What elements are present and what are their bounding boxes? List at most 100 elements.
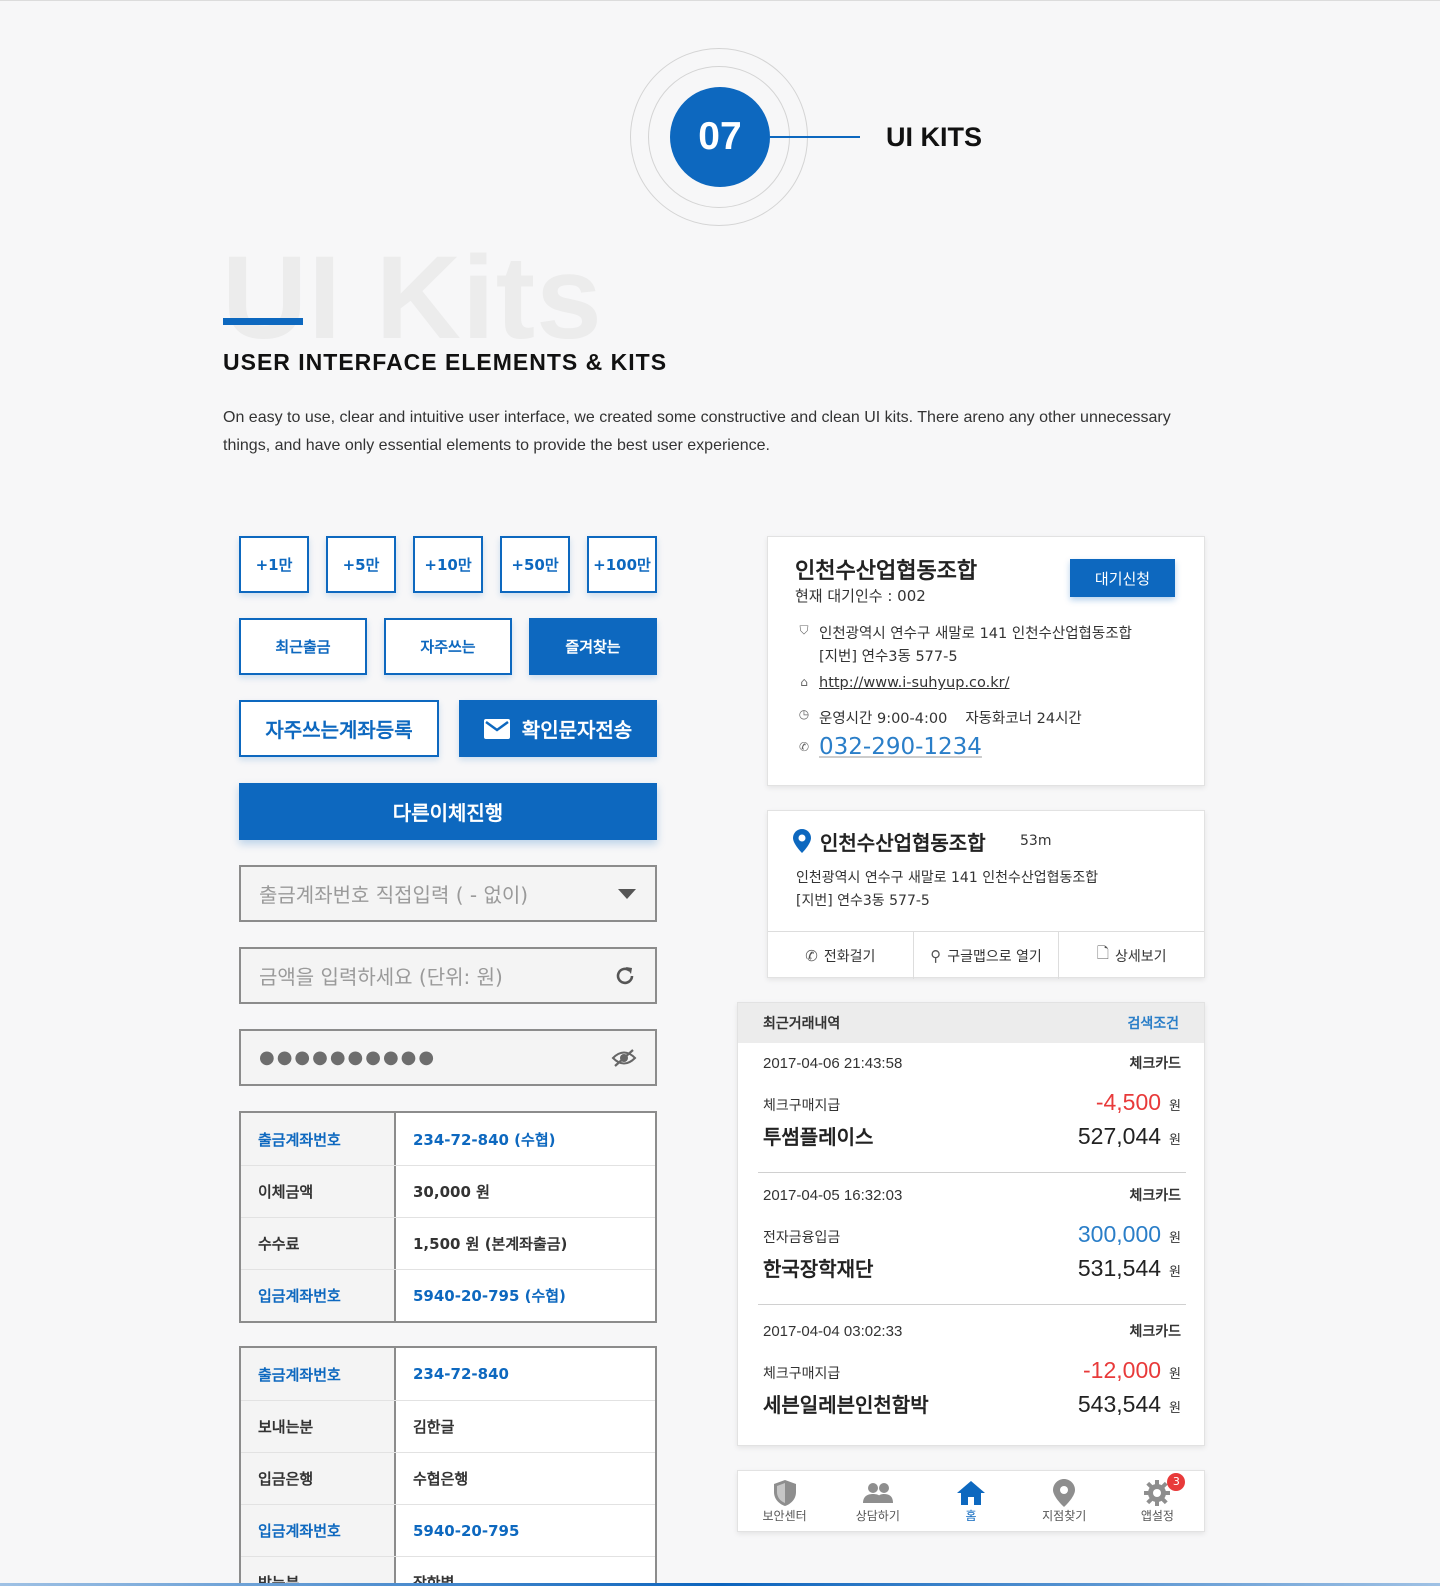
section-title: UI KITS	[886, 122, 983, 152]
password-input[interactable]: ●●●●●●●●●●	[239, 1029, 657, 1086]
proceed-transfer-button[interactable]: 다른이체진행	[239, 783, 657, 840]
refresh-icon[interactable]	[613, 964, 637, 988]
table-row: 입금계좌번호 5940-20-795	[241, 1504, 655, 1556]
currency-unit: 원	[1169, 1231, 1181, 1246]
tab-security-center[interactable]: 보안센터	[738, 1479, 831, 1524]
row-value: 5940-20-795 (수협)	[413, 1287, 566, 1305]
row-label: 입금계좌번호	[241, 1505, 396, 1556]
location-card: 인천수산업협동조합 53m 인천광역시 연수구 새말로 141 인천수산업협동조…	[767, 810, 1205, 979]
details-button[interactable]: 🗋 상세보기	[1058, 932, 1204, 979]
row-label: 이체금액	[241, 1166, 396, 1217]
location-address: 인천광역시 연수구 새말로 141 인천수산업협동조합 [지번] 연수3동 577…	[796, 867, 1098, 913]
clock-icon: ◷	[798, 707, 810, 721]
hours-row: ◷ 운영시간 9:00-4:00 자동화코너 24시간	[795, 707, 1082, 728]
table-row: 수수료 1,500 원 (본계좌출금)	[241, 1217, 655, 1269]
send-sms-button[interactable]: 확인문자전송	[459, 700, 657, 757]
transaction-date: 2017-04-05 16:32:03	[763, 1187, 903, 1204]
notification-badge: 3	[1167, 1472, 1186, 1491]
eye-off-icon[interactable]	[611, 1048, 637, 1068]
phone-call-icon: ✆	[805, 946, 818, 965]
tab-consult[interactable]: 상담하기	[831, 1479, 924, 1524]
home-icon: ⌂	[800, 675, 808, 689]
currency-unit: 원	[1169, 1099, 1181, 1114]
table-row: 출금계좌번호 234-72-840	[241, 1348, 655, 1400]
amount-input[interactable]: 금액을 입력하세요 (단위: 원)	[239, 947, 657, 1004]
users-icon	[862, 1482, 893, 1503]
row-label: 출금계좌번호	[241, 1113, 396, 1165]
amount-button-50[interactable]: +50만	[500, 536, 570, 593]
amount-value: 300,000	[1077, 1221, 1162, 1247]
recent-account-button[interactable]: 최근출금	[239, 618, 367, 675]
register-account-button[interactable]: 자주쓰는계좌등록	[239, 700, 439, 757]
atm-hours: 자동화코너 24시간	[965, 711, 1082, 727]
search-filter-link[interactable]: 검색조건	[1127, 1013, 1179, 1033]
tab-home[interactable]: 홈	[924, 1479, 1017, 1524]
amount-input-placeholder: 금액을 입력하세요 (단위: 원)	[259, 965, 503, 989]
amount-button-5[interactable]: +5만	[326, 536, 396, 593]
branch-phone-link[interactable]: 032-290-1234	[819, 734, 982, 760]
transaction-amount: 300,000 원	[1078, 1221, 1181, 1248]
password-mask: ●●●●●●●●●●	[259, 1047, 437, 1068]
transaction-merchant: 세븐일레븐인천함박	[763, 1393, 929, 1417]
transaction-date: 2017-04-04 03:02:33	[763, 1323, 903, 1340]
transaction-type: 체크구매지급	[763, 1098, 841, 1114]
favorite-account-button[interactable]: 즐겨찾는	[529, 618, 657, 675]
connector-line	[770, 136, 860, 138]
top-divider	[0, 0, 1440, 1]
amount-value: -4,500	[1095, 1089, 1162, 1115]
amount-button-10[interactable]: +10만	[413, 536, 483, 593]
tab-label: 홈	[965, 1508, 977, 1523]
balance-value: 543,544	[1077, 1391, 1162, 1417]
apply-wait-button[interactable]: 대기신청	[1070, 559, 1175, 597]
transaction-item[interactable]: 2017-04-04 03:02:33 체크카드 체크구매지급 세븐일레븐인천함…	[758, 1311, 1186, 1441]
transaction-type: 체크구매지급	[763, 1366, 841, 1382]
location-address-road: 인천광역시 연수구 새말로 141 인천수산업협동조합	[796, 870, 1099, 886]
tab-find-branch[interactable]: 지점찾기	[1018, 1478, 1111, 1524]
page-heading: USER INTERFACE ELEMENTS & KITS	[223, 349, 668, 375]
frequent-account-button[interactable]: 자주쓰는	[384, 618, 512, 675]
branch-info-card: 인천수산업협동조합 현재 대기인수 : 002 대기신청 ⛉ 인천광역시 연수구…	[767, 536, 1205, 786]
shield-icon	[773, 1479, 796, 1506]
tab-label: 지점찾기	[1042, 1508, 1087, 1523]
transaction-amount: -12,000 원	[1083, 1357, 1181, 1384]
transaction-balance: 543,544 원	[1078, 1391, 1181, 1418]
tab-label: 앱설정	[1140, 1508, 1174, 1523]
branch-name: 인천수산업협동조합	[795, 559, 978, 584]
balance-value: 531,544	[1077, 1255, 1162, 1281]
row-value: 장한별	[413, 1574, 455, 1586]
transaction-merchant: 한국장학재단	[763, 1257, 874, 1281]
currency-unit: 원	[1169, 1367, 1181, 1382]
transaction-balance: 531,544 원	[1078, 1255, 1181, 1282]
row-value: 234-72-840	[413, 1365, 509, 1383]
branch-url-link[interactable]: http://www.i-suhyup.co.kr/	[819, 675, 1010, 691]
map-pin-icon	[793, 829, 811, 853]
transfer-summary-table: 출금계좌번호 234-72-840 (수협) 이체금액 30,000 원 수수료 1,…	[239, 1111, 657, 1323]
row-value: 1,500 원 (본계좌출금)	[413, 1235, 568, 1253]
table-row: 입금은행 수협은행	[241, 1452, 655, 1504]
row-value: 수협은행	[413, 1470, 469, 1488]
google-map-button[interactable]: ⚲ 구글맵으로 열기	[912, 932, 1059, 979]
transaction-item[interactable]: 2017-04-05 16:32:03 체크카드 전자금융입금 한국장학재단 3…	[758, 1175, 1186, 1305]
phone-row: ✆ 032-290-1234	[795, 734, 982, 760]
branch-address-lot: [지번] 연수3동 577-5	[819, 649, 958, 665]
table-row: 받는분 장한별	[241, 1556, 655, 1586]
transaction-card-type: 체크카드	[1129, 1056, 1181, 1072]
row-label: 출금계좌번호	[241, 1348, 396, 1400]
transaction-item[interactable]: 2017-04-06 21:43:58 체크카드 체크구매지급 투썸플레이스 -…	[758, 1043, 1186, 1173]
tab-app-settings[interactable]: 3 앱설정	[1111, 1472, 1204, 1524]
send-sms-label: 확인문자전송	[521, 718, 633, 742]
table-row: 보내는분 김한글	[241, 1400, 655, 1452]
account-select[interactable]: 출금계좌번호 직접입력 ( - 없이)	[239, 865, 657, 922]
balance-value: 527,044	[1077, 1123, 1162, 1149]
row-value: 234-72-840 (수협)	[413, 1130, 556, 1149]
row-label: 수수료	[241, 1218, 396, 1269]
table-row: 입금계좌번호 5940-20-795 (수협)	[241, 1269, 655, 1321]
amount-button-100[interactable]: +100만	[587, 536, 657, 593]
currency-unit: 원	[1169, 1265, 1181, 1280]
ghost-title: UI Kits	[222, 232, 603, 364]
address-row: ⛉ 인천광역시 연수구 새말로 141 인천수산업협동조합 [지번] 연수3동 5…	[795, 623, 1131, 669]
waiting-count: 현재 대기인수 : 002	[795, 587, 926, 605]
amount-button-1[interactable]: +1만	[239, 536, 309, 593]
google-map-label: 구글맵으로 열기	[947, 948, 1042, 965]
call-button[interactable]: ✆ 전화걸기	[768, 932, 913, 979]
